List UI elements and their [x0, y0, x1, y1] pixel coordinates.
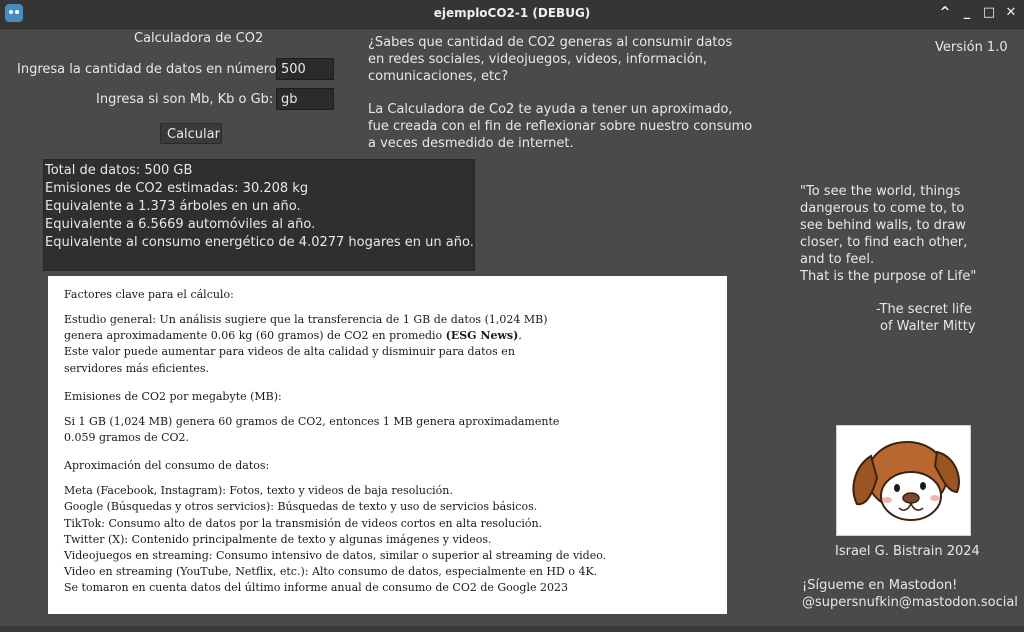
- emissions-text: 0.059 gramos de CO2.: [64, 431, 190, 445]
- author-credit: Israel G. Bistrain 2024: [835, 544, 980, 559]
- esg-news-source: (ESG News): [445, 329, 519, 343]
- emissions-text: Si 1 GB (1,024 MB) genera 60 gramos de C…: [64, 414, 560, 428]
- factors-text: servidores más eficientes.: [64, 361, 210, 375]
- intro-line: fue creada con el fin de reflexionar sob…: [368, 118, 753, 134]
- factors-text-part: .: [518, 329, 522, 343]
- quote-line: "To see the world, things: [800, 184, 961, 199]
- consumption-item: TikTok: Consumo alto de datos por la tra…: [64, 516, 543, 530]
- unit-label: Ingresa si son Mb, Kb o Gb:: [96, 92, 274, 107]
- quote-line: see behind walls, to draw: [800, 218, 966, 233]
- quote-line: closer, to find each other,: [800, 235, 968, 250]
- window-title: ejemploCO2-1 (DEBUG): [433, 6, 591, 20]
- intro-line: en redes sociales, videojuegos, videos, …: [368, 51, 708, 67]
- intro-text: ¿Sabes que cantidad de CO2 generas al co…: [368, 35, 752, 153]
- consumption-item: Video en streaming (YouTube, Netflix, et…: [64, 565, 598, 579]
- result-line: Equivalente a 1.373 árboles en un año.: [45, 199, 301, 214]
- consumption-item: Meta (Facebook, Instagram): Fotos, texto…: [64, 484, 453, 498]
- intro-line: ¿Sabes que cantidad de CO2 generas al co…: [368, 35, 733, 50]
- calculator-heading: Calculadora de CO2: [134, 31, 264, 46]
- close-button[interactable]: ✕: [1002, 4, 1020, 22]
- quantity-label: Ingresa la cantidad de datos en número:: [17, 62, 282, 77]
- chevron-up-icon[interactable]: ^: [936, 4, 954, 22]
- consumption-item: Twitter (X): Contenido principalmente de…: [64, 532, 492, 546]
- result-line: Emisiones de CO2 estimadas: 30.208 kg: [45, 181, 309, 196]
- intro-line: a veces desmedido de internet.: [368, 135, 574, 151]
- intro-line: [368, 85, 752, 102]
- result-line: Equivalente al consumo energético de 4.0…: [45, 235, 474, 250]
- dog-face-icon: [852, 441, 960, 521]
- mastodon-handle[interactable]: @supersnufkin@mastodon.social: [802, 595, 1018, 610]
- consumption-item: Google (Búsquedas y otros servicios): Bú…: [64, 500, 538, 514]
- factors-text: Este valor puede aumentar para videos de…: [64, 345, 515, 359]
- bottom-bar: [0, 626, 1024, 632]
- intro-line: La Calculadora de Co2 te ayuda a tener u…: [368, 102, 733, 118]
- factors-text: genera aproximadamente 0.06 kg (60 gramo…: [64, 328, 711, 344]
- factors-text: Estudio general: Un análisis sugiere que…: [64, 313, 548, 326]
- quote-line: dangerous to come to, to: [800, 201, 965, 216]
- result-line: Total de datos: 500 GB: [45, 163, 193, 178]
- intro-line: comunicaciones, etc?: [368, 68, 509, 84]
- emissions-heading: Emisiones de CO2 por megabyte (MB):: [64, 389, 282, 403]
- quantity-input[interactable]: [276, 58, 334, 80]
- results-box: Total de datos: 500 GB Emisiones de CO2 …: [43, 159, 475, 271]
- consumption-item: Videojuegos en streaming: Consumo intens…: [64, 549, 607, 563]
- quote-attribution: of Walter Mitty: [880, 319, 976, 334]
- unit-input[interactable]: [276, 88, 334, 110]
- consumption-item: Se tomaron en cuenta datos del último in…: [64, 581, 568, 595]
- factors-heading: Factores clave para el cálculo:: [64, 288, 234, 301]
- factors-panel: Factores clave para el cálculo: Estudio …: [48, 276, 727, 614]
- version-label: Versión 1.0: [935, 40, 1008, 55]
- quote-attribution: -The secret life: [876, 302, 972, 317]
- factors-text-part: genera aproximadamente 0.06 kg (60 gramo…: [64, 329, 446, 343]
- maximize-button[interactable]: □: [980, 4, 998, 22]
- title-bar: ejemploCO2-1 (DEBUG) ^ _ □ ✕: [0, 0, 1024, 29]
- calculate-button[interactable]: Calcular: [160, 123, 222, 144]
- result-line: Equivalente a 6.5669 automóviles al año.: [45, 217, 316, 232]
- quote-line: That is the purpose of Life": [800, 269, 977, 284]
- social-line: ¡Sígueme en Mastodon!: [802, 578, 958, 593]
- dog-illustration: [836, 425, 971, 536]
- consumption-heading: Aproximación del consumo de datos:: [64, 459, 270, 473]
- movie-quote: "To see the world, things dangerous to c…: [800, 183, 976, 285]
- quote-line: and to feel.: [800, 252, 875, 267]
- minimize-button[interactable]: _: [958, 4, 976, 22]
